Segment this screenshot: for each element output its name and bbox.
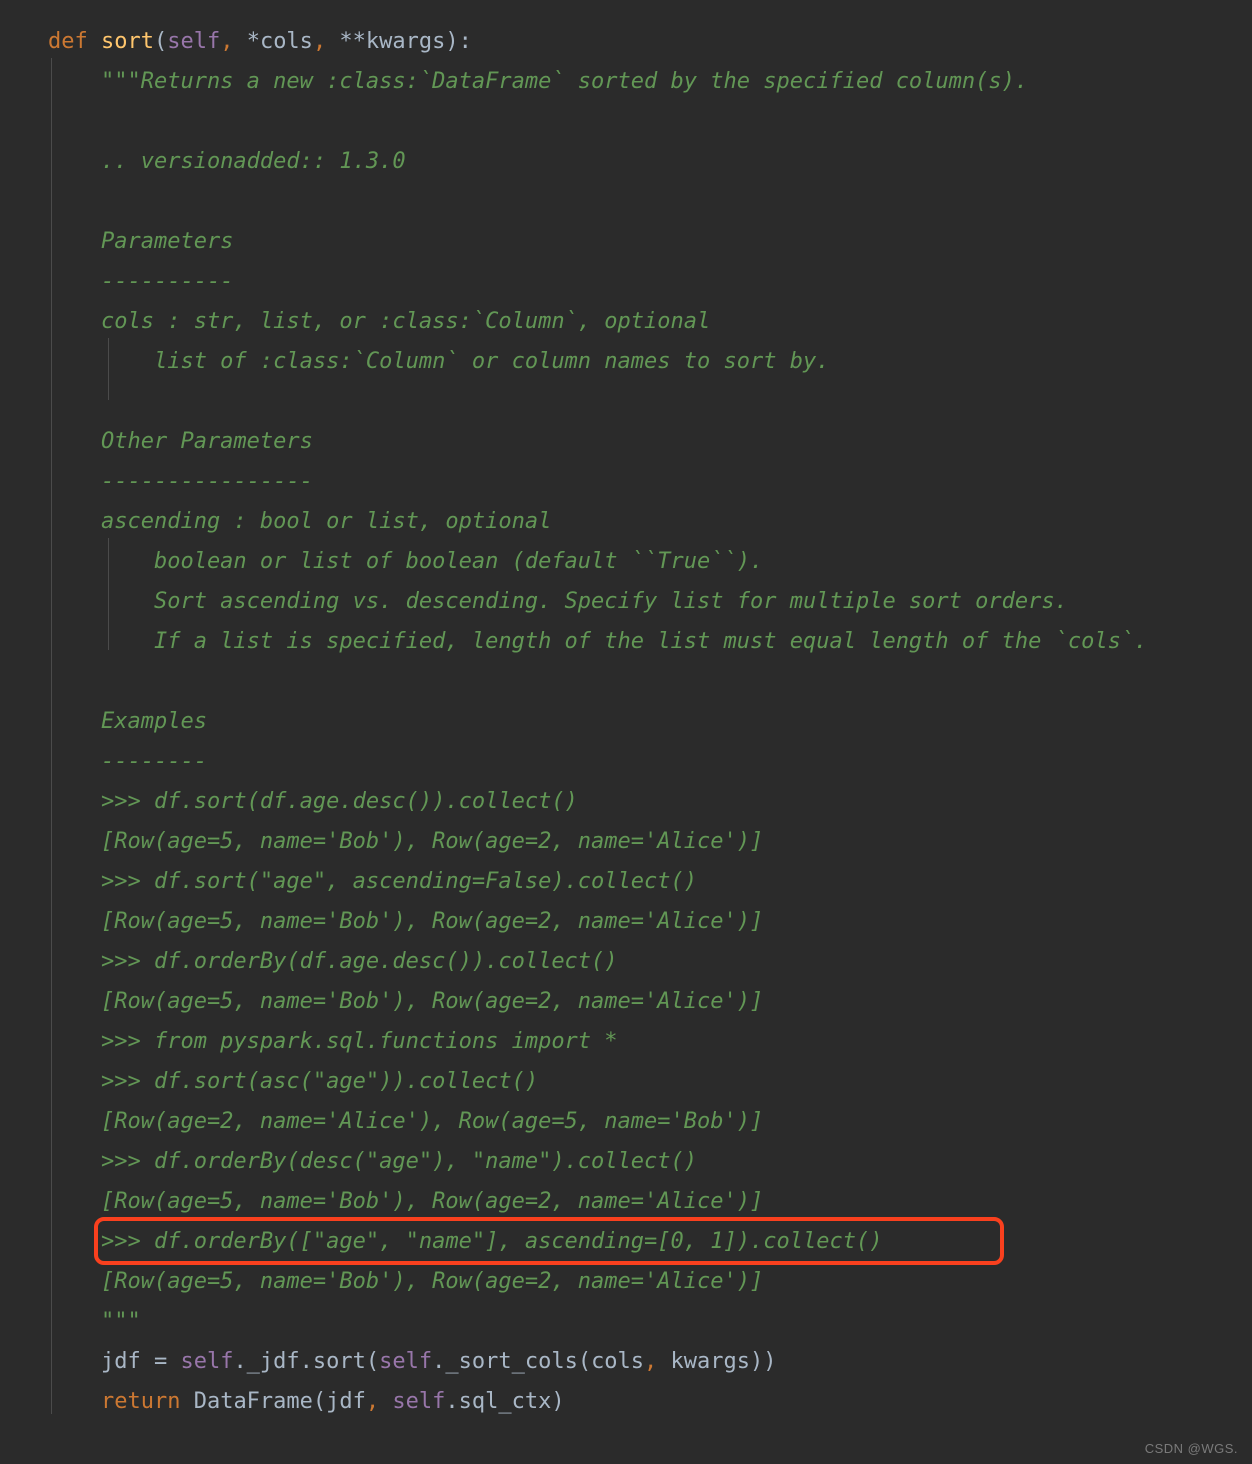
code-token: *cols xyxy=(233,29,313,54)
code-line[interactable]: Parameters xyxy=(0,222,1252,262)
code-token: ._sort_cols(cols xyxy=(432,1349,645,1374)
code-token: Parameters xyxy=(48,229,234,254)
code-token: , xyxy=(312,29,327,54)
code-line[interactable]: boolean or list of boolean (default ``Tr… xyxy=(0,542,1252,582)
code-token: ---------------- xyxy=(48,469,313,494)
code-token: cols : str, list, or :class:`Column`, op… xyxy=(48,309,711,334)
code-line[interactable]: -------- xyxy=(0,742,1252,782)
code-token: [Row(age=2, name='Alice'), Row(age=5, na… xyxy=(48,1109,764,1134)
code-line[interactable]: """Returns a new :class:`DataFrame` sort… xyxy=(0,62,1252,102)
code-line[interactable]: ascending : bool or list, optional xyxy=(0,502,1252,542)
code-token: .sql_ctx) xyxy=(445,1389,565,1414)
code-token: >>> df.sort(asc("age")).collect() xyxy=(48,1069,539,1094)
code-token: return xyxy=(48,1389,194,1414)
code-line[interactable]: >>> df.sort(asc("age")).collect() xyxy=(0,1062,1252,1102)
code-line[interactable]: >>> df.orderBy(["age", "name"], ascendin… xyxy=(0,1222,1252,1262)
code-token: ._jdf.sort( xyxy=(233,1349,380,1374)
code-line[interactable]: list of :class:`Column` or column names … xyxy=(0,342,1252,382)
code-token: self xyxy=(167,29,221,54)
code-token: [Row(age=5, name='Bob'), Row(age=2, name… xyxy=(48,829,764,854)
code-line[interactable] xyxy=(0,382,1252,422)
code-line[interactable]: If a list is specified, length of the li… xyxy=(0,622,1252,662)
code-token: >>> df.orderBy(df.age.desc()).collect() xyxy=(48,949,618,974)
code-token: boolean or list of boolean (default ``Tr… xyxy=(48,549,764,574)
code-token: .. versionadded:: 1.3.0 xyxy=(48,149,406,174)
code-token: >>> df.sort(df.age.desc()).collect() xyxy=(48,789,578,814)
code-token: [Row(age=5, name='Bob'), Row(age=2, name… xyxy=(48,1269,764,1294)
code-line[interactable]: [Row(age=5, name='Bob'), Row(age=2, name… xyxy=(0,822,1252,862)
code-line[interactable]: >>> from pyspark.sql.functions import * xyxy=(0,1022,1252,1062)
code-token: ---------- xyxy=(48,269,234,294)
code-line[interactable]: ---------- xyxy=(0,262,1252,302)
code-line[interactable] xyxy=(0,102,1252,142)
code-token: >>> df.orderBy(desc("age"), "name").coll… xyxy=(48,1149,698,1174)
code-token: Other Parameters xyxy=(48,429,313,454)
code-token: """ xyxy=(48,1309,141,1334)
code-token: [Row(age=5, name='Bob'), Row(age=2, name… xyxy=(48,1189,764,1214)
code-line[interactable]: [Row(age=5, name='Bob'), Row(age=2, name… xyxy=(0,1262,1252,1302)
code-line[interactable]: >>> df.sort("age", ascending=False).coll… xyxy=(0,862,1252,902)
code-token: ascending : bool or list, optional xyxy=(48,509,552,534)
code-line[interactable]: def sort(self, *cols, **kwargs): xyxy=(0,22,1252,62)
code-token: jdf = xyxy=(48,1349,181,1374)
code-line[interactable]: ---------------- xyxy=(0,462,1252,502)
code-token: Examples xyxy=(48,709,207,734)
code-line[interactable]: >>> df.orderBy(desc("age"), "name").coll… xyxy=(0,1142,1252,1182)
code-line[interactable] xyxy=(0,662,1252,702)
code-token: ): xyxy=(445,29,472,54)
code-token: def xyxy=(48,29,101,54)
code-token: DataFrame(jdf xyxy=(193,1389,366,1414)
code-token: [Row(age=5, name='Bob'), Row(age=2, name… xyxy=(48,989,764,1014)
code-token: [Row(age=5, name='Bob'), Row(age=2, name… xyxy=(48,909,764,934)
code-token: >>> df.orderBy(["age", "name"], ascendin… xyxy=(48,1229,883,1254)
code-token: >>> df.sort("age", ascending=False).coll… xyxy=(48,869,698,894)
code-line[interactable]: [Row(age=5, name='Bob'), Row(age=2, name… xyxy=(0,902,1252,942)
watermark-text: CSDN @WGS. xyxy=(1144,1441,1238,1456)
code-token: >>> from pyspark.sql.functions import * xyxy=(48,1029,618,1054)
code-token: self xyxy=(180,1349,234,1374)
code-token: , xyxy=(365,1389,380,1414)
code-token: ( xyxy=(153,29,168,54)
code-line[interactable]: >>> df.orderBy(df.age.desc()).collect() xyxy=(0,942,1252,982)
code-line[interactable]: [Row(age=5, name='Bob'), Row(age=2, name… xyxy=(0,982,1252,1022)
code-token: sort xyxy=(100,29,154,54)
code-line[interactable]: """ xyxy=(0,1302,1252,1342)
code-token: self xyxy=(379,1349,433,1374)
code-line[interactable]: >>> df.sort(df.age.desc()).collect() xyxy=(0,782,1252,822)
code-token: kwargs)) xyxy=(657,1349,777,1374)
code-token: list of :class:`Column` or column names … xyxy=(48,349,830,374)
code-line[interactable]: .. versionadded:: 1.3.0 xyxy=(0,142,1252,182)
code-token: """Returns a new :class:`DataFrame` sort… xyxy=(48,69,1029,94)
code-token: , xyxy=(220,29,234,54)
code-line[interactable]: [Row(age=2, name='Alice'), Row(age=5, na… xyxy=(0,1102,1252,1142)
code-line[interactable]: jdf = self._jdf.sort(self._sort_cols(col… xyxy=(0,1342,1252,1382)
code-editor[interactable]: def sort(self, *cols, **kwargs): """Retu… xyxy=(0,0,1252,1464)
code-token: If a list is specified, length of the li… xyxy=(48,629,1148,654)
code-line[interactable]: Examples xyxy=(0,702,1252,742)
code-line[interactable] xyxy=(0,182,1252,222)
code-line[interactable]: [Row(age=5, name='Bob'), Row(age=2, name… xyxy=(0,1182,1252,1222)
code-content: def sort(self, *cols, **kwargs): """Retu… xyxy=(0,22,1252,1422)
code-token: **kwargs xyxy=(326,29,446,54)
code-token: self xyxy=(392,1389,446,1414)
code-line[interactable]: return DataFrame(jdf, self.sql_ctx) xyxy=(0,1382,1252,1422)
code-line[interactable]: Other Parameters xyxy=(0,422,1252,462)
code-line[interactable]: cols : str, list, or :class:`Column`, op… xyxy=(0,302,1252,342)
code-token: , xyxy=(644,1349,658,1374)
code-token: Sort ascending vs. descending. Specify l… xyxy=(48,589,1068,614)
code-line[interactable]: Sort ascending vs. descending. Specify l… xyxy=(0,582,1252,622)
code-token: -------- xyxy=(48,749,207,774)
